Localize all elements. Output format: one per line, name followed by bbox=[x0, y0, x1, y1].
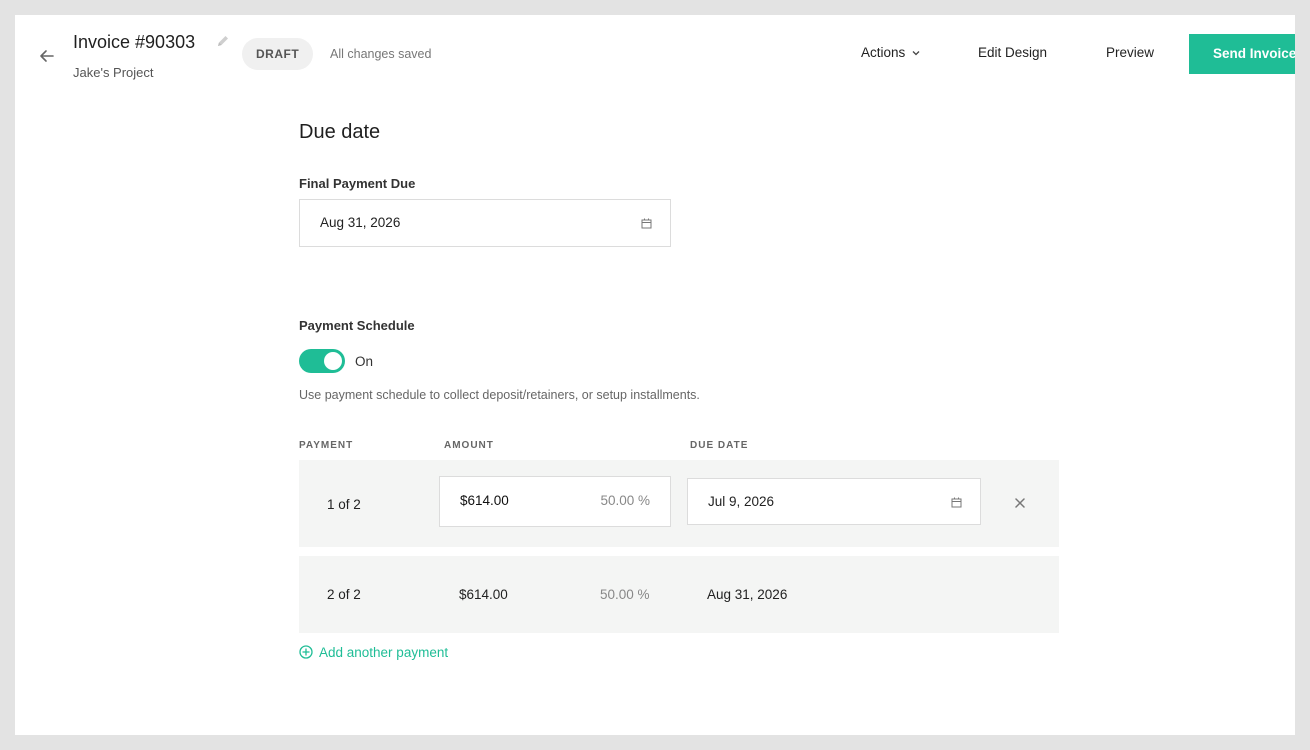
payment-schedule-label: Payment Schedule bbox=[299, 318, 415, 333]
invoice-editor: Invoice #90303 Jake's Project DRAFT All … bbox=[15, 15, 1295, 735]
section-title: Due date bbox=[299, 121, 381, 143]
column-header-due-date: DUE DATE bbox=[690, 440, 749, 451]
payment-due-date-value: Aug 31, 2026 bbox=[707, 587, 788, 602]
final-payment-label: Final Payment Due bbox=[299, 176, 416, 191]
payment-due-date-input[interactable]: Jul 9, 2026 bbox=[687, 478, 981, 525]
invoice-title: Invoice #90303 bbox=[73, 32, 196, 52]
edit-design-button[interactable]: Edit Design bbox=[978, 45, 1047, 60]
toggle-state-label: On bbox=[355, 354, 374, 369]
payment-due-date-value: Jul 9, 2026 bbox=[708, 494, 775, 509]
arrow-left-icon[interactable] bbox=[37, 46, 57, 66]
payment-amount-value: $614.00 bbox=[460, 493, 509, 508]
payment-percent-value: 50.00 % bbox=[600, 587, 650, 602]
payment-schedule-toggle[interactable] bbox=[299, 349, 345, 373]
pencil-icon[interactable] bbox=[215, 33, 231, 49]
column-header-payment: PAYMENT bbox=[299, 440, 354, 451]
payment-number: 1 of 2 bbox=[327, 497, 361, 512]
column-header-amount: AMOUNT bbox=[444, 440, 494, 451]
actions-menu-button[interactable]: Actions bbox=[861, 45, 921, 60]
status-badge: DRAFT bbox=[242, 38, 314, 70]
payment-row: 1 of 2 $614.00 50.00 % Jul 9, 2026 bbox=[299, 460, 1059, 547]
payment-row: 2 of 2 $614.00 50.00 % Aug 31, 2026 bbox=[299, 556, 1059, 633]
actions-label: Actions bbox=[861, 45, 906, 60]
payment-schedule-help: Use payment schedule to collect deposit/… bbox=[299, 388, 700, 402]
toggle-knob bbox=[324, 352, 342, 370]
close-icon[interactable] bbox=[1014, 497, 1026, 509]
final-payment-date-input[interactable]: Aug 31, 2026 bbox=[299, 199, 671, 247]
payment-amount-value: $614.00 bbox=[459, 587, 508, 602]
send-invoice-button[interactable]: Send Invoice bbox=[1189, 34, 1295, 74]
project-name: Jake's Project bbox=[73, 65, 154, 80]
preview-button[interactable]: Preview bbox=[1106, 45, 1154, 60]
add-payment-label: Add another payment bbox=[319, 645, 449, 660]
calendar-icon bbox=[641, 218, 652, 229]
save-status: All changes saved bbox=[330, 47, 432, 61]
calendar-icon bbox=[951, 497, 962, 508]
plus-circle-icon bbox=[299, 645, 313, 659]
payment-percent-value: 50.00 % bbox=[600, 493, 650, 508]
add-payment-button[interactable]: Add another payment bbox=[299, 645, 448, 660]
final-payment-date-value: Aug 31, 2026 bbox=[320, 215, 401, 230]
chevron-down-icon bbox=[912, 51, 920, 56]
payment-amount-input[interactable]: $614.00 50.00 % bbox=[439, 476, 671, 527]
payment-number: 2 of 2 bbox=[327, 587, 361, 602]
